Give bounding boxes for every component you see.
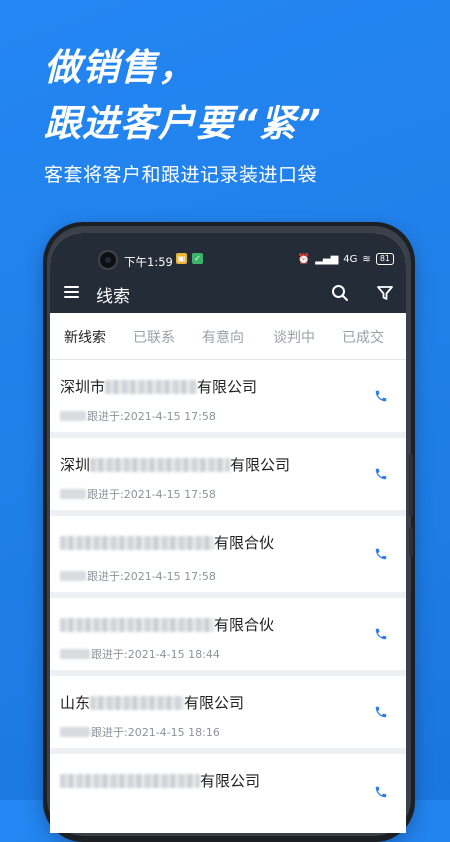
redacted-text xyxy=(90,695,185,710)
filter-icon[interactable] xyxy=(376,284,394,302)
tab-contacted[interactable]: 已联系 xyxy=(133,327,175,347)
app-bar: 线索 xyxy=(50,273,406,313)
tab-negotiating[interactable]: 谈判中 xyxy=(273,327,315,347)
follow-up-label: 跟进于: xyxy=(87,488,124,501)
redacted-text xyxy=(60,617,214,632)
company-name-prefix: 深圳 xyxy=(60,456,91,474)
follow-up-time: 2021-4-15 17:58 xyxy=(123,409,216,423)
tab-closed[interactable]: 已成交 xyxy=(342,327,384,347)
phone-call-icon[interactable] xyxy=(374,389,388,403)
company-name-suffix: 有限公司 xyxy=(197,378,258,396)
redacted-text xyxy=(60,411,86,421)
redacted-text xyxy=(60,773,200,788)
follow-up-info: 跟进于: 2021-4-15 17:58 xyxy=(60,568,216,584)
follow-up-info: 跟进于: 2021-4-15 18:44 xyxy=(60,646,220,662)
follow-up-info: 跟进于: 2021-4-15 17:58 xyxy=(60,408,216,424)
list-item[interactable]: 有限公司 xyxy=(50,754,406,833)
company-name-prefix: 深圳市 xyxy=(60,378,106,396)
network-label: 4G xyxy=(343,253,358,265)
page-title: 线索 xyxy=(96,287,130,307)
follow-up-time: 2021-4-15 18:44 xyxy=(127,647,220,661)
company-name-suffix: 有限公司 xyxy=(184,694,245,712)
redacted-text xyxy=(60,571,86,581)
phone-call-icon[interactable] xyxy=(374,627,388,641)
redacted-text xyxy=(105,379,198,394)
phone-call-icon[interactable] xyxy=(374,547,388,561)
redacted-text xyxy=(60,535,214,550)
notification-app-icon: ▣ xyxy=(176,253,187,264)
company-name: 有限合伙 xyxy=(60,614,274,635)
company-name: 有限合伙 xyxy=(60,532,274,553)
phone-screen: 下午1:59 ▣ ✓ ⏰ ▂▄▆ 4G ≋ 81 线索 新线索 已联系 有意向 … xyxy=(50,233,406,833)
alarm-icon: ⏰ xyxy=(297,253,311,265)
list-item[interactable]: 深圳市 有限公司 跟进于: 2021-4-15 17:58 xyxy=(50,360,406,432)
status-tabs: 新线索 已联系 有意向 谈判中 已成交 xyxy=(50,313,406,360)
promo-subline: 客套将客户和跟进记录装进口袋 xyxy=(44,164,318,186)
list-item[interactable]: 深圳 有限公司 跟进于: 2021-4-15 17:58 xyxy=(50,438,406,510)
status-icons: ⏰ ▂▄▆ 4G ≋ 81 xyxy=(298,253,394,265)
follow-up-label: 跟进于: xyxy=(87,410,124,423)
tab-new-leads[interactable]: 新线索 xyxy=(64,327,106,347)
status-bar: 下午1:59 ▣ ✓ ⏰ ▂▄▆ 4G ≋ 81 xyxy=(50,233,406,273)
wifi-icon: ≋ xyxy=(362,253,371,265)
phone-side-button xyxy=(409,454,413,516)
list-item[interactable]: 有限合伙 跟进于: 2021-4-15 18:44 xyxy=(50,598,406,670)
follow-up-time: 2021-4-15 18:16 xyxy=(127,725,220,739)
redacted-text xyxy=(60,489,86,499)
headline-line-2: 跟进客户要“紧” xyxy=(44,102,322,145)
phone-call-icon[interactable] xyxy=(374,705,388,719)
company-name: 有限公司 xyxy=(60,770,260,791)
redacted-text xyxy=(60,727,90,737)
list-item[interactable]: 山东 有限公司 跟进于: 2021-4-15 18:16 xyxy=(50,676,406,748)
menu-icon[interactable] xyxy=(64,286,79,298)
redacted-text xyxy=(90,457,231,472)
phone-call-icon[interactable] xyxy=(374,467,388,481)
search-icon[interactable] xyxy=(331,284,349,302)
company-name: 山东 有限公司 xyxy=(60,692,244,713)
company-name-prefix: 山东 xyxy=(60,694,91,712)
company-name-suffix: 有限公司 xyxy=(200,772,261,790)
company-name-suffix: 有限合伙 xyxy=(214,534,275,552)
promo-headline: 做销售， 跟进客户要“紧” xyxy=(44,40,322,152)
phone-side-button xyxy=(409,527,413,557)
battery-icon: 81 xyxy=(375,253,394,265)
company-name-suffix: 有限公司 xyxy=(230,456,291,474)
headline-line-1: 做销售， xyxy=(44,46,196,89)
company-name-suffix: 有限合伙 xyxy=(214,616,275,634)
follow-up-time: 2021-4-15 17:58 xyxy=(123,569,216,583)
follow-up-info: 跟进于: 2021-4-15 17:58 xyxy=(60,486,216,502)
signal-icon: ▂▄▆ xyxy=(315,253,339,265)
redacted-text xyxy=(60,649,90,659)
camera-icon xyxy=(98,250,118,270)
notification-app-icon: ✓ xyxy=(192,253,203,264)
follow-up-label: 跟进于: xyxy=(91,648,128,661)
tab-interested[interactable]: 有意向 xyxy=(202,327,244,347)
follow-up-label: 跟进于: xyxy=(87,570,124,583)
status-time: 下午1:59 xyxy=(124,255,173,269)
company-name: 深圳市 有限公司 xyxy=(60,376,257,397)
company-name: 深圳 有限公司 xyxy=(60,454,290,475)
list-item[interactable]: 有限合伙 跟进于: 2021-4-15 17:58 xyxy=(50,516,406,592)
follow-up-info: 跟进于: 2021-4-15 18:16 xyxy=(60,724,220,740)
follow-up-time: 2021-4-15 17:58 xyxy=(123,487,216,501)
follow-up-label: 跟进于: xyxy=(91,726,128,739)
phone-call-icon[interactable] xyxy=(374,785,388,799)
